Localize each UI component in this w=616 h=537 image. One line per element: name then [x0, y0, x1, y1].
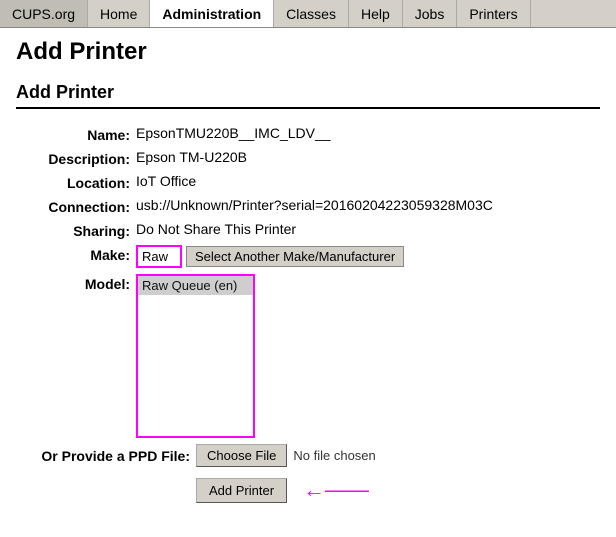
description-value: Epson TM-U220B: [136, 149, 600, 165]
name-value: EpsonTMU220B__IMC_LDV__: [136, 125, 600, 141]
location-label: Location:: [16, 173, 136, 191]
nav-help[interactable]: Help: [349, 0, 403, 27]
connection-value: usb://Unknown/Printer?serial=20160204223…: [136, 197, 600, 213]
make-row: Make: Select Another Make/Manufacturer: [16, 245, 600, 268]
section-title: Add Printer: [16, 82, 600, 109]
make-label: Make:: [16, 245, 136, 263]
navbar: CUPS.org Home Administration Classes Hel…: [0, 0, 616, 28]
nav-home[interactable]: Home: [88, 0, 150, 27]
choose-file-button[interactable]: Choose File: [196, 444, 287, 467]
description-label: Description:: [16, 149, 136, 167]
make-input[interactable]: [136, 245, 182, 268]
description-row: Description: Epson TM-U220B: [16, 149, 600, 167]
nav-administration[interactable]: Administration: [150, 0, 274, 27]
nav-jobs[interactable]: Jobs: [403, 0, 458, 27]
model-container: Raw Queue (en): [136, 274, 600, 438]
model-option-raw[interactable]: Raw Queue (en): [138, 276, 253, 295]
location-value: IoT Office: [136, 173, 600, 189]
select-manufacturer-button[interactable]: Select Another Make/Manufacturer: [186, 246, 404, 267]
page-title: Add Printer: [16, 38, 600, 66]
connection-label: Connection:: [16, 197, 136, 215]
sharing-label: Sharing:: [16, 221, 136, 239]
ppd-label: Or Provide a PPD File:: [16, 448, 196, 464]
model-label: Model:: [16, 274, 136, 292]
connection-row: Connection: usb://Unknown/Printer?serial…: [16, 197, 600, 215]
submit-row: Add Printer ←——: [196, 477, 600, 503]
sharing-value: Do Not Share This Printer: [136, 221, 600, 237]
name-row: Name: EpsonTMU220B__IMC_LDV__: [16, 125, 600, 143]
sharing-row: Sharing: Do Not Share This Printer: [16, 221, 600, 239]
nav-printers[interactable]: Printers: [457, 0, 530, 27]
add-printer-button[interactable]: Add Printer: [196, 478, 287, 503]
arrow-icon: ←——: [303, 477, 369, 503]
ppd-row: Or Provide a PPD File: Choose File No fi…: [16, 444, 600, 467]
model-select[interactable]: Raw Queue (en): [138, 276, 253, 436]
model-select-wrapper: Raw Queue (en): [136, 274, 255, 438]
page-content: Add Printer Add Printer Name: EpsonTMU22…: [0, 28, 616, 513]
name-label: Name:: [16, 125, 136, 143]
nav-brand[interactable]: CUPS.org: [0, 0, 88, 27]
nav-classes[interactable]: Classes: [274, 0, 349, 27]
make-container: Select Another Make/Manufacturer: [136, 245, 600, 268]
no-file-text: No file chosen: [293, 448, 375, 463]
location-row: Location: IoT Office: [16, 173, 600, 191]
model-row: Model: Raw Queue (en): [16, 274, 600, 438]
